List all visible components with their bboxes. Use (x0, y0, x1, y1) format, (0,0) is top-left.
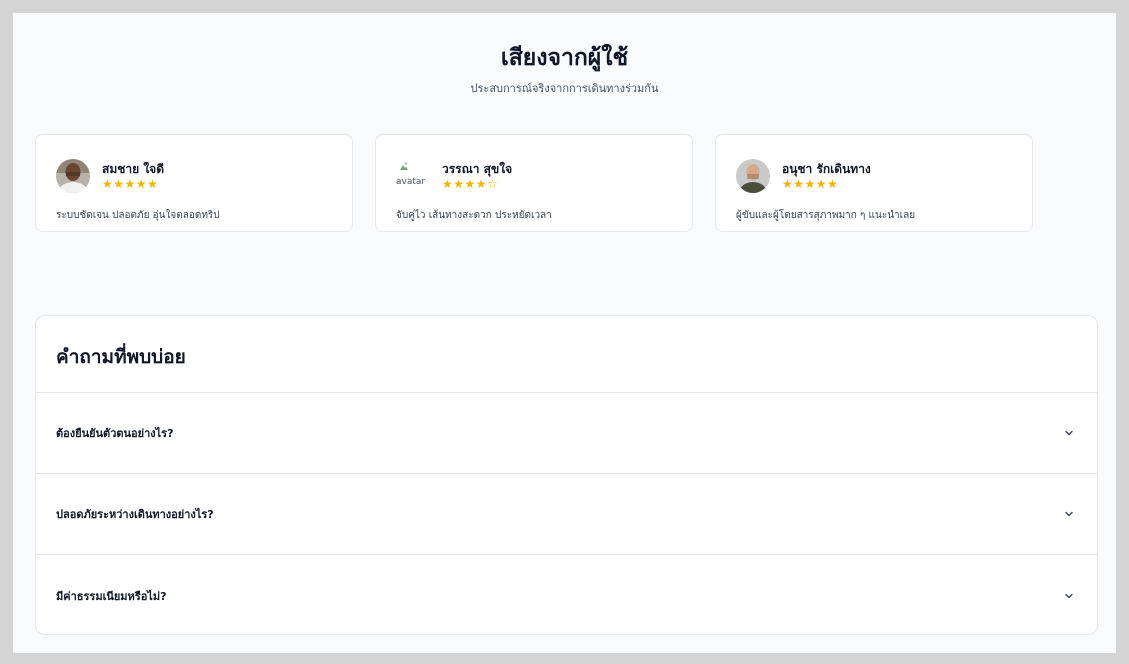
review-card: อนุชา รักเดินทาง ★★★★★ ผู้ขับและผู้โดยสา… (715, 134, 1033, 232)
star-rating: ★★★★★ (102, 177, 159, 191)
avatar (56, 159, 90, 193)
faq-question: ต้องยืนยันตัวตนอย่างไร? (56, 427, 174, 440)
testimonials-header: เสียงจากผู้ใช้ ประสบการณ์จริงจากการเดินท… (13, 13, 1116, 97)
faq-item[interactable]: มีค่าธรรมเนียมหรือไม่? (36, 555, 1097, 634)
faq-question: ปลอดภัยระหว่างเดินทางอย่างไร? (56, 508, 214, 521)
review-text: ระบบชัดเจน ปลอดภัย อุ่นใจตลอดทริป (56, 210, 220, 221)
review-header: avatar วรรณา สุขใจ ★★★★☆ (396, 157, 672, 195)
page: เสียงจากผู้ใช้ ประสบการณ์จริงจากการเดินท… (13, 13, 1116, 653)
review-name: วรรณา สุขใจ (442, 162, 513, 176)
avatar-man-icon (56, 159, 90, 193)
review-header: สมชาย ใจดี ★★★★★ (56, 157, 332, 195)
broken-image-icon (400, 162, 408, 170)
review-text: ผู้ขับและผู้โดยสารสุภาพมาก ๆ แนะนำเลย (736, 210, 916, 221)
review-name: อนุชา รักเดินทาง (782, 162, 871, 176)
review-name: สมชาย ใจดี (102, 162, 165, 176)
chevron-down-icon[interactable] (1063, 590, 1075, 602)
faq-title: คำถามที่พบบ่อย (36, 316, 1097, 393)
faq-item[interactable]: ต้องยืนยันตัวตนอย่างไร? (36, 393, 1097, 474)
chevron-down-icon[interactable] (1063, 427, 1075, 439)
faq-item[interactable]: ปลอดภัยระหว่างเดินทางอย่างไร? (36, 474, 1097, 555)
avatar-alt-text: avatar (396, 177, 426, 187)
avatar (736, 159, 770, 193)
chevron-down-icon[interactable] (1063, 508, 1075, 520)
faq-section: คำถามที่พบบ่อย ต้องยืนยันตัวตนอย่างไร? ป… (35, 315, 1098, 635)
testimonials-subtitle: ประสบการณ์จริงจากการเดินทางร่วมกัน (470, 82, 659, 95)
testimonials-title: เสียงจากผู้ใช้ (500, 45, 629, 71)
review-text: จับคู่ไว เส้นทางสะดวก ประหยัดเวลา (396, 210, 552, 221)
star-rating: ★★★★☆ (442, 177, 499, 191)
avatar: avatar (396, 159, 436, 193)
review-card: avatar วรรณา สุขใจ ★★★★☆ จับคู่ไว เส้นทา… (375, 134, 693, 232)
avatar-man-icon (736, 159, 770, 193)
review-list: สมชาย ใจดี ★★★★★ ระบบชัดเจน ปลอดภัย อุ่น… (35, 134, 1033, 232)
review-header: อนุชา รักเดินทาง ★★★★★ (736, 157, 1012, 195)
star-rating: ★★★★★ (782, 177, 839, 191)
faq-question: มีค่าธรรมเนียมหรือไม่? (56, 589, 167, 603)
review-card: สมชาย ใจดี ★★★★★ ระบบชัดเจน ปลอดภัย อุ่น… (35, 134, 353, 232)
